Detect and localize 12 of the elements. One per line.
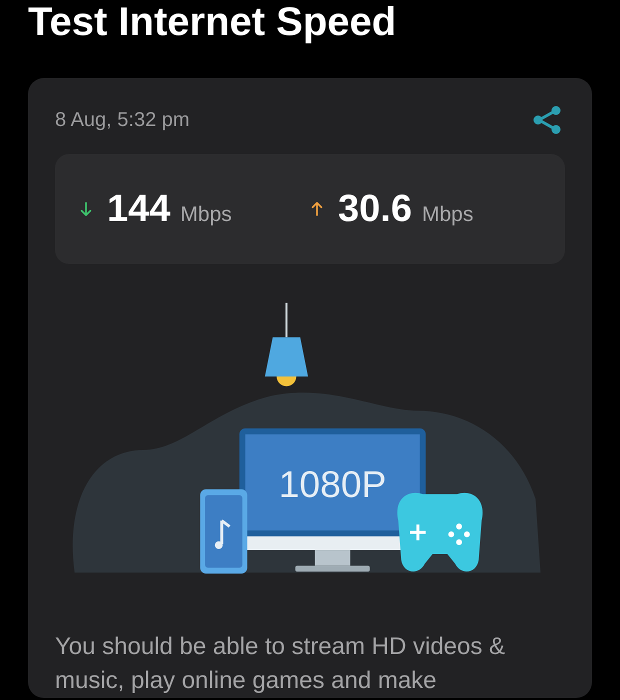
speed-unit: Mbps [422,202,474,226]
upload-arrow-icon [310,201,324,217]
speed-value: 144 [107,188,170,230]
page-title: Test Internet Speed [27,0,398,46]
test-timestamp: 8 Aug, 5:32 pm [55,108,190,132]
download-arrow-icon [79,201,93,217]
share-icon[interactable] [531,104,563,136]
speed-value: 30.6 [338,188,412,230]
lamp-icon [264,302,308,386]
resolution-label: 1080P [278,463,386,506]
speed-unit: Mbps [180,202,232,226]
speed-description: You should be able to stream HD videos & music, play online games and make [55,632,506,696]
